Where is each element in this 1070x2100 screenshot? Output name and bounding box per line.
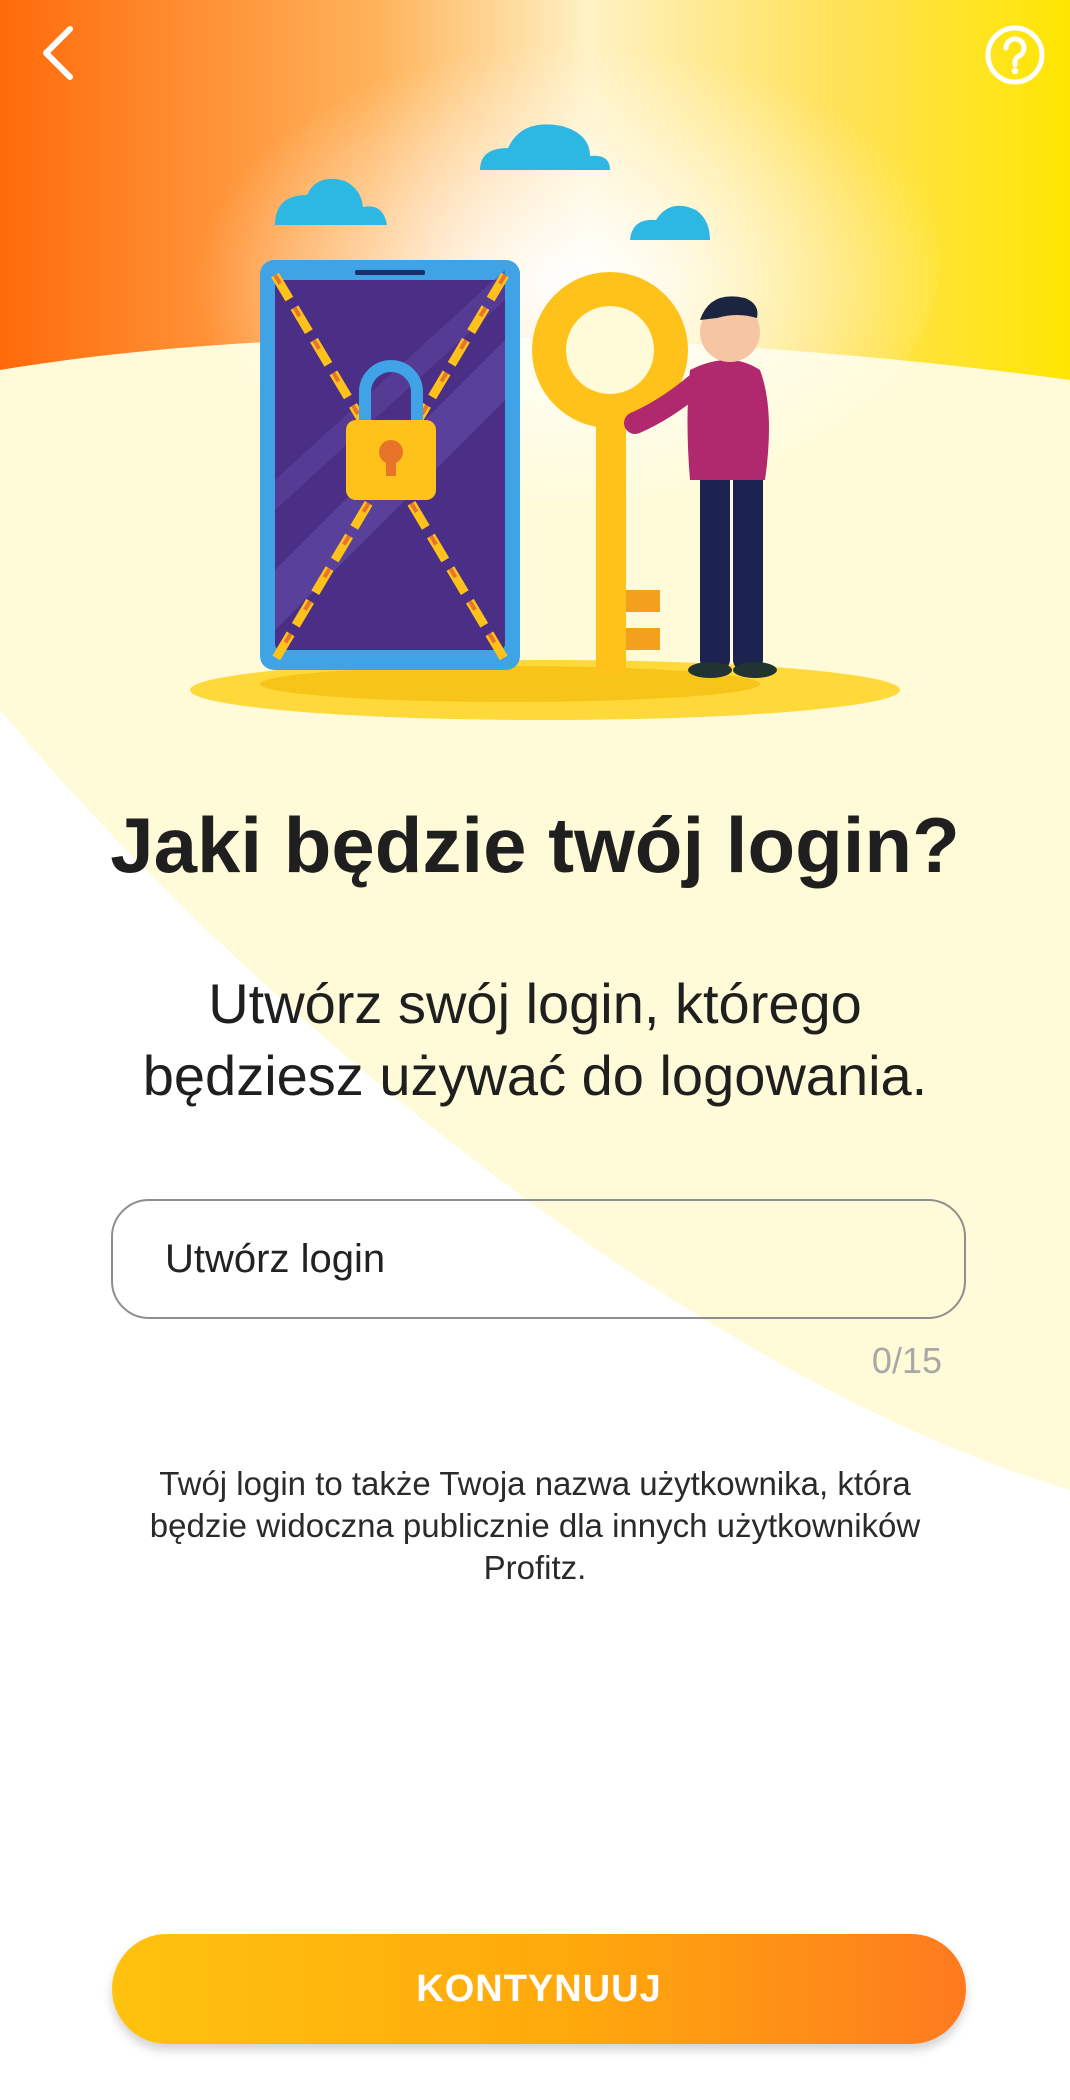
login-field[interactable]	[111, 1199, 966, 1319]
char-counter: 0/15	[871, 1340, 942, 1381]
page-title: Jaki będzie twój login?	[110, 801, 960, 889]
cloud-icon	[275, 124, 710, 240]
subtitle-line: będziesz używać do logowania.	[142, 1044, 928, 1107]
login-input[interactable]	[113, 1236, 964, 1282]
help-button[interactable]	[984, 24, 1046, 86]
subtitle: Utwórz swój login, którego będziesz używ…	[70, 968, 1000, 1112]
subtitle-line: Utwórz swój login, którego	[208, 972, 862, 1035]
question-circle-icon	[985, 25, 1045, 85]
key-icon	[532, 272, 688, 675]
info-line: Profitz.	[483, 1549, 587, 1586]
continue-button[interactable]: KONTYNUUJ	[112, 1934, 966, 2044]
info-line: będzie widoczna publicznie dla innych uż…	[149, 1507, 921, 1544]
info-line: Twój login to także Twoja nazwa użytkown…	[159, 1465, 911, 1502]
chevron-left-icon	[43, 26, 73, 80]
info-text: Twój login to także Twoja nazwa użytkown…	[100, 1463, 970, 1589]
locked-phone-key-illustration	[190, 124, 900, 720]
back-button[interactable]	[28, 18, 88, 88]
